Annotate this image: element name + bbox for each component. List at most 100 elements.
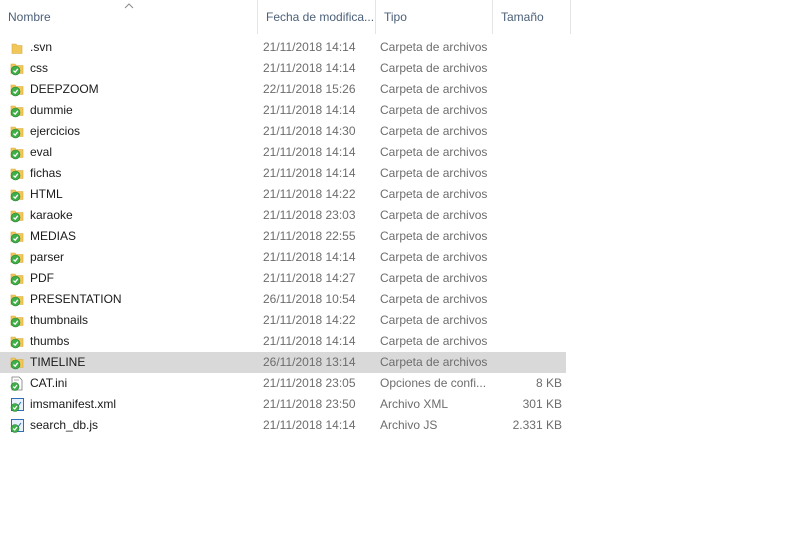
file-size <box>495 37 562 58</box>
file-row[interactable]: thumbnails 21/11/2018 14:22 Carpeta de arc… <box>0 310 566 331</box>
svn-folder-icon <box>10 210 24 223</box>
file-name: fichas <box>30 166 62 180</box>
file-size <box>495 142 562 163</box>
file-list: .svn 21/11/2018 14:14 Carpeta de archivos c… <box>0 37 571 436</box>
file-size <box>495 310 562 331</box>
file-type: Carpeta de archivos <box>380 61 488 75</box>
column-header-type[interactable]: Tipo <box>375 0 492 34</box>
file-name: thumbs <box>30 334 70 348</box>
file-row[interactable]: HTML 21/11/2018 14:22 Carpeta de archivos <box>0 184 566 205</box>
file-size <box>495 352 562 373</box>
file-type: Carpeta de archivos <box>380 271 488 285</box>
file-name: .svn <box>30 40 53 54</box>
file-row[interactable]: PRESENTATION 26/11/2018 10:54 Carpeta de a… <box>0 289 566 310</box>
file-row[interactable]: DEEPZOOM 22/11/2018 15:26 Carpeta de archi… <box>0 79 566 100</box>
svn-folder-icon <box>10 105 24 118</box>
file-row[interactable]: PDF 21/11/2018 14:27 Carpeta de archivos <box>0 268 566 289</box>
svn-folder-icon <box>10 273 24 286</box>
file-name: eval <box>30 145 53 159</box>
svn-folder-icon <box>10 126 24 139</box>
file-row[interactable]: parser 21/11/2018 14:14 Carpeta de archivo… <box>0 247 566 268</box>
file-name: HTML <box>30 187 63 201</box>
file-type: Carpeta de archivos <box>380 229 488 243</box>
file-name: PRESENTATION <box>30 292 122 306</box>
column-header-date-label: Fecha de modifica... <box>266 10 375 24</box>
file-size: 8 KB <box>535 376 562 390</box>
svn-folder-icon <box>10 357 24 370</box>
column-header-name-label: Nombre <box>8 10 51 24</box>
file-name: thumbnails <box>30 313 89 327</box>
file-type: Archivo JS <box>380 418 438 432</box>
file-date-modified: 21/11/2018 14:27 <box>263 271 356 285</box>
file-size <box>495 247 562 268</box>
file-row[interactable]: karaoke 21/11/2018 23:03 Carpeta de archiv… <box>0 205 566 226</box>
file-row[interactable]: fichas 21/11/2018 14:14 Carpeta de archivo… <box>0 163 566 184</box>
file-size <box>495 79 562 100</box>
sort-ascending-icon <box>124 3 134 9</box>
file-size <box>495 184 562 205</box>
svn-image-file-icon <box>10 398 24 412</box>
file-date-modified: 21/11/2018 23:03 <box>263 208 356 222</box>
file-row[interactable]: MEDIAS 21/11/2018 22:55 Carpeta de archivo… <box>0 226 566 247</box>
file-row[interactable]: .svn 21/11/2018 14:14 Carpeta de archivos <box>0 37 566 58</box>
file-name: DEEPZOOM <box>30 82 99 96</box>
file-date-modified: 26/11/2018 10:54 <box>263 292 356 306</box>
svn-folder-icon <box>10 315 24 328</box>
file-row-selected[interactable]: TIMELINE 26/11/2018 13:14 Carpeta de archi… <box>0 352 566 373</box>
file-type: Carpeta de archivos <box>380 187 488 201</box>
file-date-modified: 21/11/2018 23:50 <box>263 397 356 411</box>
file-type: Carpeta de archivos <box>380 166 488 180</box>
file-row[interactable]: thumbs 21/11/2018 14:14 Carpeta de archivo… <box>0 331 566 352</box>
file-name: CAT.ini <box>30 376 68 390</box>
file-size <box>495 58 562 79</box>
svn-folder-icon <box>10 147 24 160</box>
svn-file-icon <box>10 376 23 391</box>
file-date-modified: 21/11/2018 14:14 <box>263 103 356 117</box>
file-type: Carpeta de archivos <box>380 40 488 54</box>
svn-folder-icon <box>10 252 24 265</box>
file-size: 301 KB <box>522 397 562 411</box>
file-date-modified: 21/11/2018 14:14 <box>263 61 356 75</box>
column-header-date[interactable]: Fecha de modifica... <box>257 0 375 34</box>
file-type: Carpeta de archivos <box>380 355 488 369</box>
svn-folder-icon <box>10 189 24 202</box>
column-header-type-label: Tipo <box>384 10 407 24</box>
file-type: Carpeta de archivos <box>380 250 488 264</box>
file-row[interactable]: imsmanifest.xml 21/11/2018 23:50 Archivo X… <box>0 394 566 415</box>
file-size <box>495 268 562 289</box>
file-size <box>495 226 562 247</box>
file-row[interactable]: ejercicios 21/11/2018 14:30 Carpeta de arc… <box>0 121 566 142</box>
file-size <box>495 163 562 184</box>
column-header-size-label: Tamaño <box>501 10 544 24</box>
column-header-size[interactable]: Tamaño <box>492 0 571 34</box>
svn-folder-icon <box>10 168 24 181</box>
file-date-modified: 21/11/2018 14:22 <box>263 187 356 201</box>
file-date-modified: 21/11/2018 14:14 <box>263 418 356 432</box>
file-row[interactable]: search_db.js 21/11/2018 14:14 Archivo JS 2.… <box>0 415 566 436</box>
file-row[interactable]: CAT.ini 21/11/2018 23:05 Opciones de confi… <box>0 373 566 394</box>
file-type: Opciones de confi... <box>380 376 487 390</box>
file-explorer: Nombre Fecha de modifica... Tipo Tamaño … <box>0 0 800 534</box>
svn-folder-icon <box>10 294 24 307</box>
file-row[interactable]: css 21/11/2018 14:14 Carpeta de archivos <box>0 58 566 79</box>
file-type: Archivo XML <box>380 397 449 411</box>
column-header-name[interactable]: Nombre <box>0 0 257 34</box>
file-date-modified: 21/11/2018 23:05 <box>263 376 356 390</box>
file-name: MEDIAS <box>30 229 77 243</box>
file-name: PDF <box>30 271 54 285</box>
file-type: Carpeta de archivos <box>380 208 488 222</box>
file-name: parser <box>30 250 65 264</box>
file-date-modified: 21/11/2018 14:14 <box>263 40 356 54</box>
file-name: imsmanifest.xml <box>30 397 117 411</box>
file-size <box>495 205 562 226</box>
svn-folder-icon <box>10 63 24 76</box>
file-type: Carpeta de archivos <box>380 103 488 117</box>
file-row[interactable]: dummie 21/11/2018 14:14 Carpeta de archivo… <box>0 100 566 121</box>
file-date-modified: 26/11/2018 13:14 <box>263 355 356 369</box>
svn-image-file-icon <box>10 419 24 433</box>
file-date-modified: 21/11/2018 22:55 <box>263 229 356 243</box>
file-row[interactable]: eval 21/11/2018 14:14 Carpeta de archivos <box>0 142 566 163</box>
svn-folder-icon <box>10 336 24 349</box>
file-size <box>495 121 562 142</box>
file-type: Carpeta de archivos <box>380 124 488 138</box>
